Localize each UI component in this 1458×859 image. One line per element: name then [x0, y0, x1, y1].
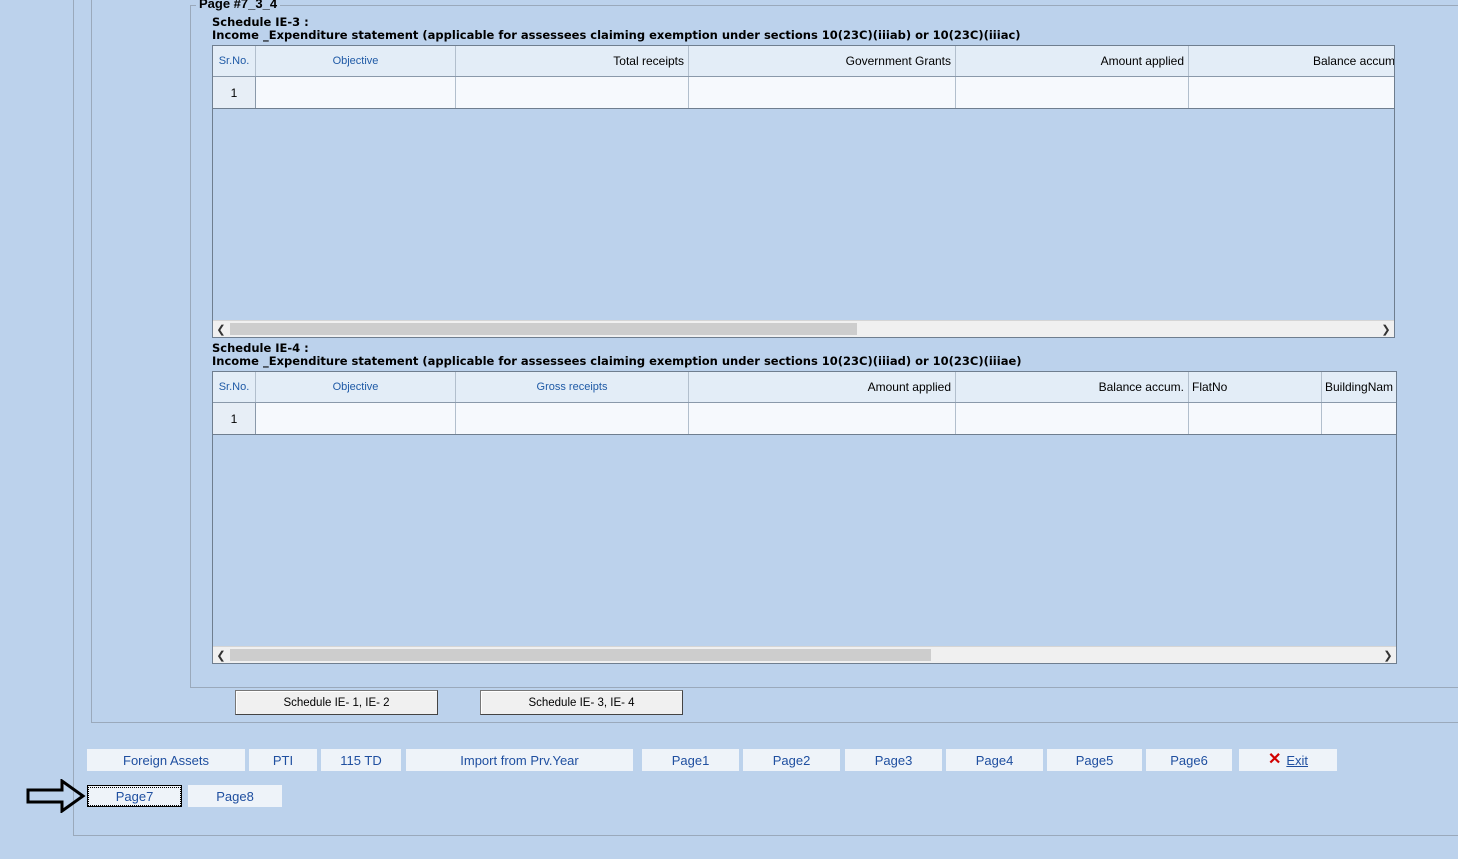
115td-button[interactable]: 115 TD — [321, 749, 401, 771]
ie3-scroll-thumb[interactable] — [230, 323, 857, 335]
ie4-cell-objective[interactable] — [256, 403, 456, 434]
ie4-col-srno[interactable]: Sr.No. — [213, 372, 256, 402]
ie4-cell-balance-accum[interactable] — [956, 403, 1189, 434]
ie4-horizontal-scrollbar[interactable]: ❮ ❯ — [213, 646, 1396, 663]
page-legend: Page #7_3_4 — [196, 0, 281, 11]
scroll-right-icon[interactable]: ❯ — [1380, 647, 1396, 663]
schedule-ie3-ie4-button[interactable]: Schedule IE- 3, IE- 4 — [480, 690, 683, 715]
ie4-grid[interactable]: Sr.No. Objective Gross receipts Amount a… — [212, 371, 1397, 664]
ie4-table-row[interactable]: 1 — [213, 403, 1396, 435]
ie3-table-row[interactable]: 1 — [213, 77, 1394, 109]
ie3-cell-objective[interactable] — [256, 77, 456, 108]
ie4-cell-flatno[interactable] — [1189, 403, 1322, 434]
right-arrow-icon — [26, 779, 86, 813]
ie4-cell-gross-receipts[interactable] — [456, 403, 689, 434]
close-x-icon: ✕ — [1267, 751, 1282, 768]
ie4-subtitle: Income _Expenditure statement (applicabl… — [212, 354, 1022, 368]
page8-button[interactable]: Page8 — [188, 785, 282, 807]
ie4-header-row: Sr.No. Objective Gross receipts Amount a… — [213, 372, 1396, 403]
ie3-col-balance-accum[interactable]: Balance accum — [1189, 46, 1394, 76]
page4-button[interactable]: Page4 — [946, 749, 1043, 771]
ie3-header-row: Sr.No. Objective Total receipts Governme… — [213, 46, 1394, 77]
ie3-cell-balance-accum[interactable] — [1189, 77, 1394, 108]
page6-button[interactable]: Page6 — [1146, 749, 1232, 771]
ie4-col-balance-accum[interactable]: Balance accum. — [956, 372, 1189, 402]
scroll-left-icon[interactable]: ❮ — [213, 647, 229, 663]
ie4-col-amount-applied[interactable]: Amount applied — [689, 372, 956, 402]
ie3-col-government-grants[interactable]: Government Grants — [689, 46, 956, 76]
page3-button[interactable]: Page3 — [845, 749, 942, 771]
ie3-grid[interactable]: Sr.No. Objective Total receipts Governme… — [212, 45, 1395, 338]
scroll-left-icon[interactable]: ❮ — [213, 321, 229, 337]
ie4-col-objective[interactable]: Objective — [256, 372, 456, 402]
page7-label: Page7 — [87, 786, 182, 806]
page5-button[interactable]: Page5 — [1047, 749, 1142, 771]
ie4-row-srno: 1 — [213, 403, 256, 434]
exit-button[interactable]: ✕ Exit — [1239, 749, 1337, 771]
schedule-ie1-ie2-button[interactable]: Schedule IE- 1, IE- 2 — [235, 690, 438, 715]
ie3-col-objective[interactable]: Objective — [256, 46, 456, 76]
ie4-cell-amount-applied[interactable] — [689, 403, 956, 434]
foreign-assets-button[interactable]: Foreign Assets — [87, 749, 245, 771]
exit-label: Exit — [1286, 752, 1309, 768]
ie4-col-buildingname[interactable]: BuildingNam — [1322, 372, 1396, 402]
scroll-right-icon[interactable]: ❯ — [1378, 321, 1394, 337]
ie3-subtitle: Income _Expenditure statement (applicabl… — [212, 28, 1021, 42]
ie3-col-total-receipts[interactable]: Total receipts — [456, 46, 689, 76]
page2-button[interactable]: Page2 — [743, 749, 840, 771]
ie3-cell-government-grants[interactable] — [689, 77, 956, 108]
page7-button[interactable]: Page7 — [87, 785, 182, 807]
import-prev-year-button[interactable]: Import from Prv.Year — [406, 749, 633, 771]
ie4-scroll-thumb[interactable] — [230, 649, 931, 661]
ie4-col-gross-receipts[interactable]: Gross receipts — [456, 372, 689, 402]
ie3-row-srno: 1 — [213, 77, 256, 108]
ie3-col-srno[interactable]: Sr.No. — [213, 46, 256, 76]
page1-button[interactable]: Page1 — [642, 749, 739, 771]
ie3-col-amount-applied[interactable]: Amount applied — [956, 46, 1189, 76]
pti-button[interactable]: PTI — [249, 749, 317, 771]
ie3-horizontal-scrollbar[interactable]: ❮ ❯ — [213, 320, 1394, 337]
ie4-cell-buildingname[interactable] — [1322, 403, 1396, 434]
ie4-col-flatno[interactable]: FlatNo — [1189, 372, 1322, 402]
ie3-cell-amount-applied[interactable] — [956, 77, 1189, 108]
ie3-cell-total-receipts[interactable] — [456, 77, 689, 108]
